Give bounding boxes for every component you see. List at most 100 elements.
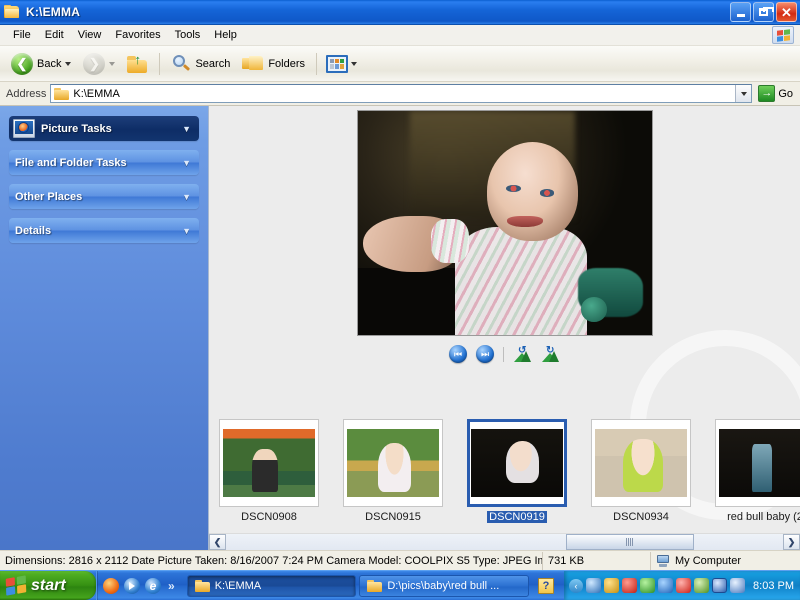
close-icon: ✕	[781, 4, 792, 20]
back-dropdown-icon[interactable]	[65, 61, 72, 66]
tray-icon-security-alert[interactable]	[622, 578, 638, 593]
picture-tasks-icon	[13, 119, 35, 138]
thumbnail-item-selected[interactable]: DSCN0919	[467, 419, 567, 523]
scroll-right-button[interactable]: ❯	[783, 534, 800, 550]
folders-button-label: Folders	[268, 57, 306, 70]
tray-expand-icon[interactable]: ‹	[569, 578, 584, 593]
close-button[interactable]: ✕	[776, 2, 797, 22]
filmstrip-controls: ⏮ ⏭ ↺ ↻	[449, 345, 560, 363]
menu-tools[interactable]: Tools	[168, 27, 208, 43]
thumbnail-label: DSCN0934	[613, 511, 669, 523]
thumbnail-box[interactable]	[591, 419, 691, 507]
start-button[interactable]: start	[0, 571, 96, 600]
menu-favorites[interactable]: Favorites	[108, 27, 167, 43]
thumbnail-image	[347, 429, 439, 497]
folder-icon	[194, 579, 210, 592]
my-computer-icon	[656, 554, 670, 567]
window-controls: ✕	[730, 2, 797, 22]
taskbar-clock[interactable]: 8:03 PM	[753, 580, 794, 592]
thumbnail-box[interactable]	[715, 419, 800, 507]
panel-details[interactable]: Details ▼	[9, 218, 199, 243]
file-list-content: ⏮ ⏭ ↺ ↻ DSCN0908 DSCN0915 DSCN0919 DSCN0…	[208, 106, 800, 550]
horizontal-scrollbar[interactable]: ❮ ❯	[209, 533, 800, 550]
status-location-label: My Computer	[675, 554, 742, 567]
panel-details-header[interactable]: Details ▼	[9, 218, 199, 243]
scroll-left-button[interactable]: ❮	[209, 534, 226, 550]
rotate-counterclockwise-button[interactable]: ↺	[513, 345, 532, 362]
chevron-down-icon[interactable]: ▼	[182, 226, 191, 235]
thumbnail-item[interactable]: DSCN0915	[343, 419, 443, 523]
thumbnail-item[interactable]: DSCN0934	[591, 419, 691, 523]
chevron-down-icon[interactable]: ▼	[182, 158, 191, 167]
views-button[interactable]	[323, 50, 360, 78]
address-dropdown-button[interactable]	[735, 85, 752, 102]
tray-icon-volume[interactable]	[658, 578, 674, 593]
menu-help[interactable]: Help	[207, 27, 244, 43]
menu-bar: File Edit View Favorites Tools Help	[0, 25, 800, 46]
firefox-icon[interactable]	[103, 577, 119, 594]
quick-launch-overflow-icon[interactable]: »	[166, 579, 177, 593]
folders-button[interactable]: Folders	[237, 50, 310, 78]
preview-area: ⏮ ⏭ ↺ ↻	[209, 106, 800, 411]
forward-arrow-icon: ❯	[83, 52, 106, 75]
toolbar-separator-2	[316, 52, 318, 75]
panel-picture-tasks-header[interactable]: Picture Tasks ▼	[9, 116, 199, 141]
minimize-button[interactable]	[730, 2, 751, 22]
search-button[interactable]: Search	[166, 50, 235, 78]
tray-icon-network[interactable]	[586, 578, 602, 593]
rotate-clockwise-button[interactable]: ↻	[541, 345, 560, 362]
tray-icon-update[interactable]	[640, 578, 656, 593]
thumbnail-image	[471, 429, 563, 497]
tray-icon-shield-warning[interactable]	[604, 578, 620, 593]
address-input[interactable]: K:\EMMA	[50, 84, 753, 103]
internet-explorer-icon[interactable]	[145, 577, 161, 594]
go-button[interactable]: → Go	[756, 85, 797, 102]
back-button[interactable]: ❮ Back	[6, 50, 76, 78]
taskbar-button-redbull[interactable]: D:\pics\baby\red bull ...	[359, 574, 530, 597]
thumbnail-box[interactable]	[343, 419, 443, 507]
restore-icon	[759, 7, 774, 16]
forward-button[interactable]: ❯	[78, 50, 120, 78]
chevron-down-icon[interactable]: ▼	[182, 124, 191, 133]
tray-icon-antivirus[interactable]	[676, 578, 692, 593]
next-icon: ⏭	[480, 348, 490, 359]
thumbnail-item[interactable]: red bull baby (2	[715, 419, 800, 523]
restore-button[interactable]	[753, 2, 774, 22]
tray-icon-messenger[interactable]	[730, 578, 746, 593]
thumbnail-image	[595, 429, 687, 497]
explorer-window: K:\EMMA ✕ File Edit View Favorites Tools…	[0, 0, 800, 600]
toolbar-separator	[159, 52, 161, 75]
views-dropdown-icon[interactable]	[351, 61, 358, 66]
tray-icon-printer[interactable]	[694, 578, 710, 593]
thumbnail-box[interactable]	[467, 419, 567, 507]
menu-file[interactable]: File	[6, 27, 38, 43]
panel-other-places[interactable]: Other Places ▼	[9, 184, 199, 209]
go-button-label: Go	[778, 87, 793, 100]
up-button[interactable]: ↑	[122, 50, 153, 78]
thumbnail-item[interactable]: DSCN0908	[219, 419, 319, 523]
controls-separator	[503, 346, 504, 362]
menu-edit[interactable]: Edit	[38, 27, 71, 43]
preview-image[interactable]	[356, 110, 653, 336]
previous-image-button[interactable]: ⏮	[449, 345, 467, 363]
panel-file-and-folder-tasks[interactable]: File and Folder Tasks ▼	[9, 150, 199, 175]
taskbar-button-emma[interactable]: K:\EMMA	[186, 574, 357, 597]
scrollbar-track[interactable]	[226, 534, 783, 550]
up-folder-icon: ↑	[127, 53, 148, 73]
scrollbar-thumb[interactable]	[565, 534, 694, 550]
address-value: K:\EMMA	[73, 87, 120, 100]
media-player-icon[interactable]	[124, 577, 140, 594]
chevron-down-icon[interactable]: ▼	[182, 192, 191, 201]
taskbar: start » K:\EMMA D:\pics\baby\red bull ..…	[0, 570, 800, 600]
panel-picture-tasks[interactable]: Picture Tasks ▼	[9, 116, 199, 141]
window-title: K:\EMMA	[26, 5, 81, 19]
notes-icon[interactable]: ?	[538, 577, 555, 594]
tray-icon-daemon[interactable]	[712, 578, 728, 593]
panel-other-places-header[interactable]: Other Places ▼	[9, 184, 199, 209]
menu-view[interactable]: View	[71, 27, 109, 43]
next-image-button[interactable]: ⏭	[476, 345, 494, 363]
thumbnail-box[interactable]	[219, 419, 319, 507]
address-folder-icon	[54, 87, 70, 100]
start-button-label: start	[31, 576, 66, 594]
panel-file-and-folder-tasks-header[interactable]: File and Folder Tasks ▼	[9, 150, 199, 175]
